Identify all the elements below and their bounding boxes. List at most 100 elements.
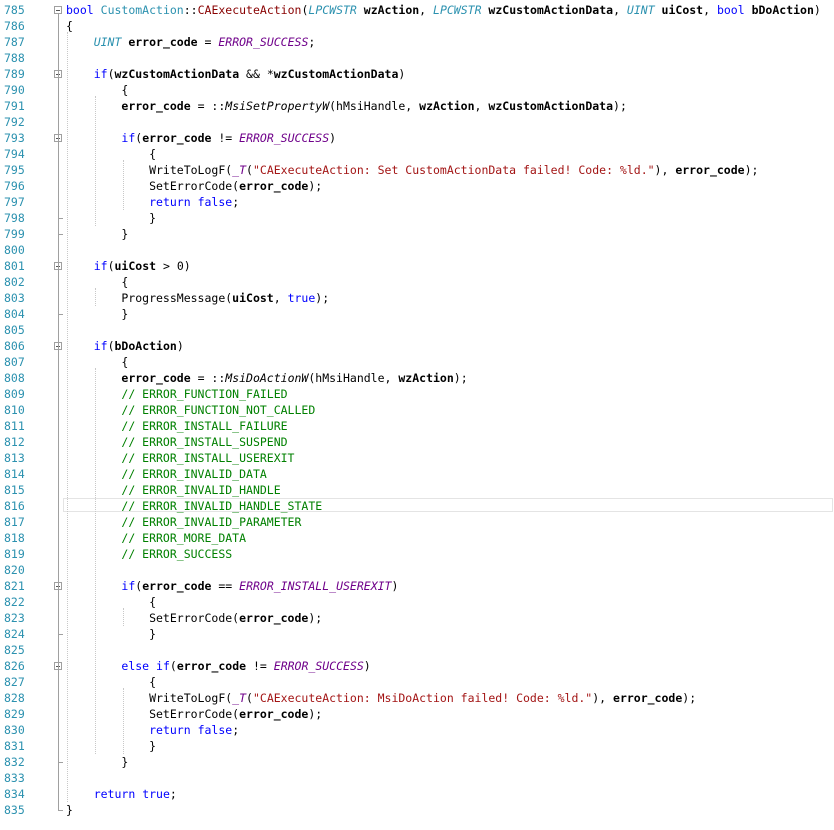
- code-token: "CAExecuteAction: MsiDoAction failed! Co…: [252, 691, 593, 705]
- code-text: SetErrorCode(error_code);: [66, 706, 322, 722]
- code-token: ,: [613, 3, 627, 17]
- code-line[interactable]: 817 // ERROR_INVALID_PARAMETER: [0, 514, 834, 530]
- code-token: ): [813, 3, 821, 17]
- code-line[interactable]: 791 error_code = ::MsiSetPropertyW(hMsiH…: [0, 98, 834, 114]
- code-line[interactable]: 807 {: [0, 354, 834, 370]
- code-token: (hMsiHandle,: [329, 99, 420, 113]
- code-token: {: [66, 147, 157, 161]
- code-line[interactable]: 788: [0, 50, 834, 66]
- code-token: uiCost: [232, 291, 274, 305]
- collapse-toggle-icon[interactable]: [54, 6, 62, 14]
- outline-end-mark: [58, 218, 63, 219]
- code-token: );: [682, 691, 697, 705]
- code-line[interactable]: 831 }: [0, 738, 834, 754]
- code-token: !=: [211, 131, 240, 145]
- code-line[interactable]: 835}: [0, 802, 834, 818]
- code-token: ;: [308, 35, 316, 49]
- code-line[interactable]: 785 bool CustomAction::CAExecuteAction(LP…: [0, 2, 834, 18]
- code-token: }: [66, 307, 129, 321]
- code-line[interactable]: 820: [0, 562, 834, 578]
- code-line[interactable]: 826 else if(error_code != ERROR_SUCCESS): [0, 658, 834, 674]
- code-line[interactable]: 823 SetErrorCode(error_code);: [0, 610, 834, 626]
- code-token: return: [93, 787, 136, 801]
- line-number: 827: [4, 675, 25, 689]
- code-line[interactable]: 819 // ERROR_SUCCESS: [0, 546, 834, 562]
- code-line[interactable]: 810 // ERROR_FUNCTION_NOT_CALLED: [0, 402, 834, 418]
- code-line[interactable]: 832 }: [0, 754, 834, 770]
- code-line[interactable]: 815 // ERROR_INVALID_HANDLE: [0, 482, 834, 498]
- code-line[interactable]: 794 {: [0, 146, 834, 162]
- outline-end-mark: [58, 634, 63, 635]
- code-line[interactable]: 795 WriteToLogF(_T("CAExecuteAction: Set…: [0, 162, 834, 178]
- code-line[interactable]: 798 }: [0, 210, 834, 226]
- code-line[interactable]: 824 }: [0, 626, 834, 642]
- code-line[interactable]: 821 if(error_code == ERROR_INSTALL_USERE…: [0, 578, 834, 594]
- code-line[interactable]: 804 }: [0, 306, 834, 322]
- code-line[interactable]: 801 if(uiCost > 0): [0, 258, 834, 274]
- code-line[interactable]: 827 {: [0, 674, 834, 690]
- code-line[interactable]: 793 if(error_code != ERROR_SUCCESS): [0, 130, 834, 146]
- code-line[interactable]: 786 {: [0, 18, 834, 34]
- code-line[interactable]: 790 {: [0, 82, 834, 98]
- code-token: wzAction: [356, 3, 420, 17]
- line-number: 832: [4, 755, 25, 769]
- code-line[interactable]: 809 // ERROR_FUNCTION_FAILED: [0, 386, 834, 402]
- code-line[interactable]: 811 // ERROR_INSTALL_FAILURE: [0, 418, 834, 434]
- code-text: }: [66, 210, 156, 226]
- code-line[interactable]: 830 return false;: [0, 722, 834, 738]
- code-token: if: [121, 579, 136, 593]
- code-line[interactable]: 802 {: [0, 274, 834, 290]
- code-token: wzCustomActionData: [488, 99, 614, 113]
- code-line[interactable]: 796 SetErrorCode(error_code);: [0, 178, 834, 194]
- indent-guide: [95, 96, 96, 226]
- code-line[interactable]: 799 }: [0, 226, 834, 242]
- code-line[interactable]: 803 ProgressMessage(uiCost, true);: [0, 290, 834, 306]
- code-token: (: [107, 67, 115, 81]
- code-line[interactable]: 813 // ERROR_INSTALL_USEREXIT: [0, 450, 834, 466]
- code-line[interactable]: 822 {: [0, 594, 834, 610]
- code-line[interactable]: 812 // ERROR_INSTALL_SUSPEND: [0, 434, 834, 450]
- code-line[interactable]: 828 WriteToLogF(_T("CAExecuteAction: Msi…: [0, 690, 834, 706]
- line-number: 797: [4, 195, 25, 209]
- code-token: error_code: [613, 691, 683, 705]
- code-token: ): [363, 659, 371, 673]
- code-editor[interactable]: 785 bool CustomAction::CAExecuteAction(LP…: [0, 0, 834, 830]
- code-line[interactable]: 787 UINT error_code = ERROR_SUCCESS;: [0, 34, 834, 50]
- code-line[interactable]: 825: [0, 642, 834, 658]
- code-token: ERROR_SUCCESS: [239, 131, 330, 145]
- code-line[interactable]: 805: [0, 322, 834, 338]
- code-token: // ERROR_INVALID_HANDLE: [121, 483, 281, 497]
- line-number: 834: [4, 787, 25, 801]
- code-line[interactable]: 833: [0, 770, 834, 786]
- code-line[interactable]: 800: [0, 242, 834, 258]
- code-line[interactable]: 808 error_code = ::MsiDoActionW(hMsiHand…: [0, 370, 834, 386]
- code-line[interactable]: 818 // ERROR_MORE_DATA: [0, 530, 834, 546]
- code-line[interactable]: 829 SetErrorCode(error_code);: [0, 706, 834, 722]
- code-line[interactable]: 806 if(bDoAction): [0, 338, 834, 354]
- line-number: 795: [4, 163, 25, 177]
- code-text: {: [66, 274, 128, 290]
- code-text: }: [66, 226, 128, 242]
- code-token: ;: [232, 195, 240, 209]
- line-number: 825: [4, 643, 25, 657]
- code-line[interactable]: 816 // ERROR_INVALID_HANDLE_STATE: [0, 498, 834, 514]
- line-number: 799: [4, 227, 25, 241]
- code-line[interactable]: 792: [0, 114, 834, 130]
- indent-guide: [123, 688, 124, 754]
- code-line[interactable]: 797 return false;: [0, 194, 834, 210]
- code-line[interactable]: 814 // ERROR_INVALID_DATA: [0, 466, 834, 482]
- code-text: // ERROR_INSTALL_SUSPEND: [66, 434, 287, 450]
- code-line[interactable]: 789 if(wzCustomActionData && *wzCustomAc…: [0, 66, 834, 82]
- line-number: 815: [4, 483, 25, 497]
- code-token: false: [197, 723, 233, 737]
- code-token: !=: [246, 659, 274, 673]
- code-text: if(wzCustomActionData && *wzCustomAction…: [66, 66, 406, 82]
- code-line[interactable]: 834 return true;: [0, 786, 834, 802]
- code-text: {: [66, 674, 156, 690]
